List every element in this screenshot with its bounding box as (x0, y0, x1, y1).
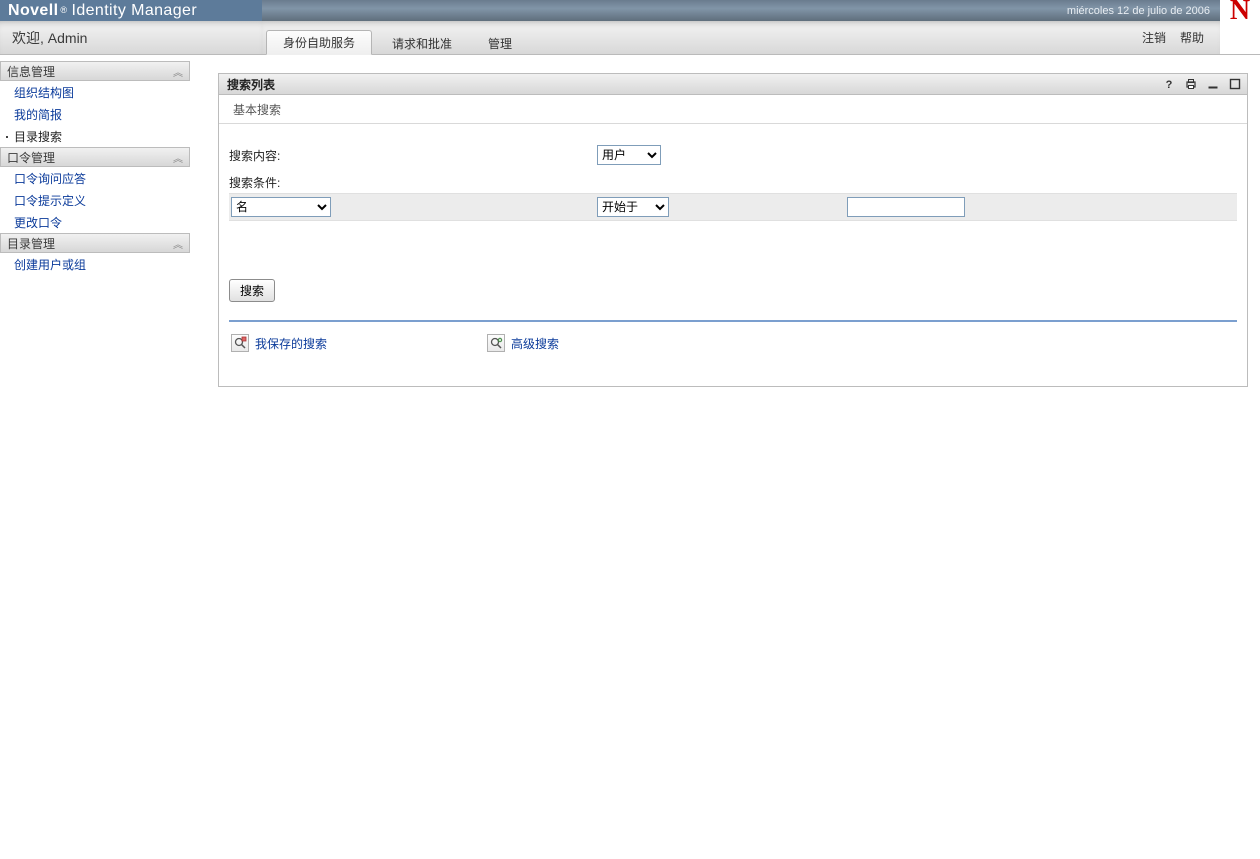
chevron-up-icon: ︽ (173, 150, 183, 165)
sidebar-item-org-chart[interactable]: 组织结构图 (0, 81, 190, 103)
row-search-content: 搜索内容: 用户 (229, 140, 1237, 170)
saved-search-icon (231, 334, 249, 352)
sidebar-item-label: 创建用户或组 (14, 256, 86, 273)
help-link[interactable]: 帮助 (1180, 29, 1204, 46)
sidebar-item-label: 目录搜索 (14, 128, 62, 145)
sidebar-item-label: 组织结构图 (14, 84, 74, 101)
main-tabs: 身份自助服务 请求和批准 管理 注销 帮助 (262, 21, 1220, 54)
label-search-content: 搜索内容: (229, 149, 280, 163)
brand-product: Identity Manager (71, 2, 197, 20)
sidebar-group-directory-mgmt-label: 目录管理 (7, 235, 55, 252)
top-right-links: 注销 帮助 (1142, 21, 1220, 54)
welcome-greeting: 欢迎 (12, 28, 40, 48)
portlet-subheader: 基本搜索 (219, 95, 1247, 124)
sidebar-item-hint-def[interactable]: 口令提示定义 (0, 189, 190, 211)
minimize-icon[interactable] (1205, 76, 1221, 92)
sidebar-item-label: 我的简报 (14, 106, 62, 123)
help-icon[interactable]: ? (1161, 76, 1177, 92)
tab-admin-label: 管理 (488, 35, 512, 52)
portlet-title: 搜索列表 (227, 76, 275, 93)
sidebar-item-label: 更改口令 (14, 214, 62, 231)
logout-link[interactable]: 注销 (1142, 29, 1166, 46)
brand-novell: Novell (8, 2, 58, 20)
sidebar-item-my-profile[interactable]: 我的简报 (0, 103, 190, 125)
sidebar-item-label: 口令询问应答 (14, 170, 86, 187)
link-saved-searches[interactable]: 我保存的搜索 (231, 334, 327, 352)
sidebar-group-password-mgmt[interactable]: 口令管理 ︽ (0, 147, 190, 167)
section-divider (229, 320, 1237, 322)
tab-self-service-label: 身份自助服务 (283, 34, 355, 51)
input-criteria-value[interactable] (847, 197, 965, 217)
link-advanced-search-label: 高级搜索 (511, 335, 559, 352)
brand-title: Novell ® Identity Manager (0, 0, 262, 21)
chevron-up-icon: ︽ (173, 64, 183, 79)
select-search-content[interactable]: 用户 (597, 145, 661, 165)
content-column: 搜索列表 ? 基本搜索 (218, 55, 1260, 859)
link-advanced-search[interactable]: 高级搜索 (487, 334, 559, 352)
search-button[interactable]: 搜索 (229, 279, 275, 302)
label-search-criteria: 搜索条件: (229, 174, 1237, 191)
portlet-subtitle: 基本搜索 (233, 101, 281, 118)
sidebar-item-create-user-group[interactable]: 创建用户或组 (0, 253, 190, 275)
sidebar-group-info-mgmt-label: 信息管理 (7, 63, 55, 80)
print-icon[interactable] (1183, 76, 1199, 92)
tab-admin[interactable]: 管理 (472, 32, 528, 54)
header-row: 欢迎 , Admin 身份自助服务 请求和批准 管理 注销 帮助 (0, 21, 1260, 55)
tab-self-service[interactable]: 身份自助服务 (266, 30, 372, 55)
svg-text:?: ? (1166, 79, 1173, 90)
sidebar-item-change-password[interactable]: 更改口令 (0, 211, 190, 233)
tab-requests-label: 请求和批准 (392, 35, 452, 52)
search-portlet: 搜索列表 ? 基本搜索 (218, 73, 1248, 387)
advanced-search-icon (487, 334, 505, 352)
maximize-icon[interactable] (1227, 76, 1243, 92)
row-criteria: 名 开始于 (229, 193, 1237, 221)
sidebar-group-directory-mgmt[interactable]: 目录管理 ︽ (0, 233, 190, 253)
welcome-comma: , (40, 30, 48, 46)
sidebar: 信息管理 ︽ 组织结构图 我的简报 目录搜索 口令管理 ︽ 口令询问应答 口令提… (0, 55, 190, 859)
link-saved-searches-label: 我保存的搜索 (255, 335, 327, 352)
brand-logo: N (1220, 0, 1260, 21)
sidebar-item-label: 口令提示定义 (14, 192, 86, 209)
brand-registered: ® (58, 6, 71, 15)
search-form-area: 搜索内容: 用户 搜索条件: 名 (219, 124, 1247, 386)
tab-requests[interactable]: 请求和批准 (376, 32, 468, 54)
brand-date-area: miércoles 12 de julio de 2006 (262, 0, 1220, 21)
brand-bar: Novell ® Identity Manager miércoles 12 d… (0, 0, 1260, 21)
search-button-label: 搜索 (240, 284, 264, 298)
sidebar-group-password-mgmt-label: 口令管理 (7, 149, 55, 166)
brand-date: miércoles 12 de julio de 2006 (1067, 5, 1210, 17)
sidebar-item-challenge-response[interactable]: 口令询问应答 (0, 167, 190, 189)
welcome-cell: 欢迎 , Admin (0, 21, 262, 54)
select-criteria-operator[interactable]: 开始于 (597, 197, 669, 217)
select-criteria-attribute[interactable]: 名 (231, 197, 331, 217)
sidebar-item-directory-search[interactable]: 目录搜索 (0, 125, 190, 147)
bottom-links: 我保存的搜索 高级搜索 (229, 330, 1237, 376)
welcome-user: Admin (48, 30, 88, 46)
sidebar-group-info-mgmt[interactable]: 信息管理 ︽ (0, 61, 190, 81)
portlet-header: 搜索列表 ? (219, 74, 1247, 95)
brand-logo-side (1220, 21, 1260, 54)
gap-column (190, 55, 218, 859)
body-row: 信息管理 ︽ 组织结构图 我的简报 目录搜索 口令管理 ︽ 口令询问应答 口令提… (0, 55, 1260, 859)
chevron-up-icon: ︽ (173, 236, 183, 251)
